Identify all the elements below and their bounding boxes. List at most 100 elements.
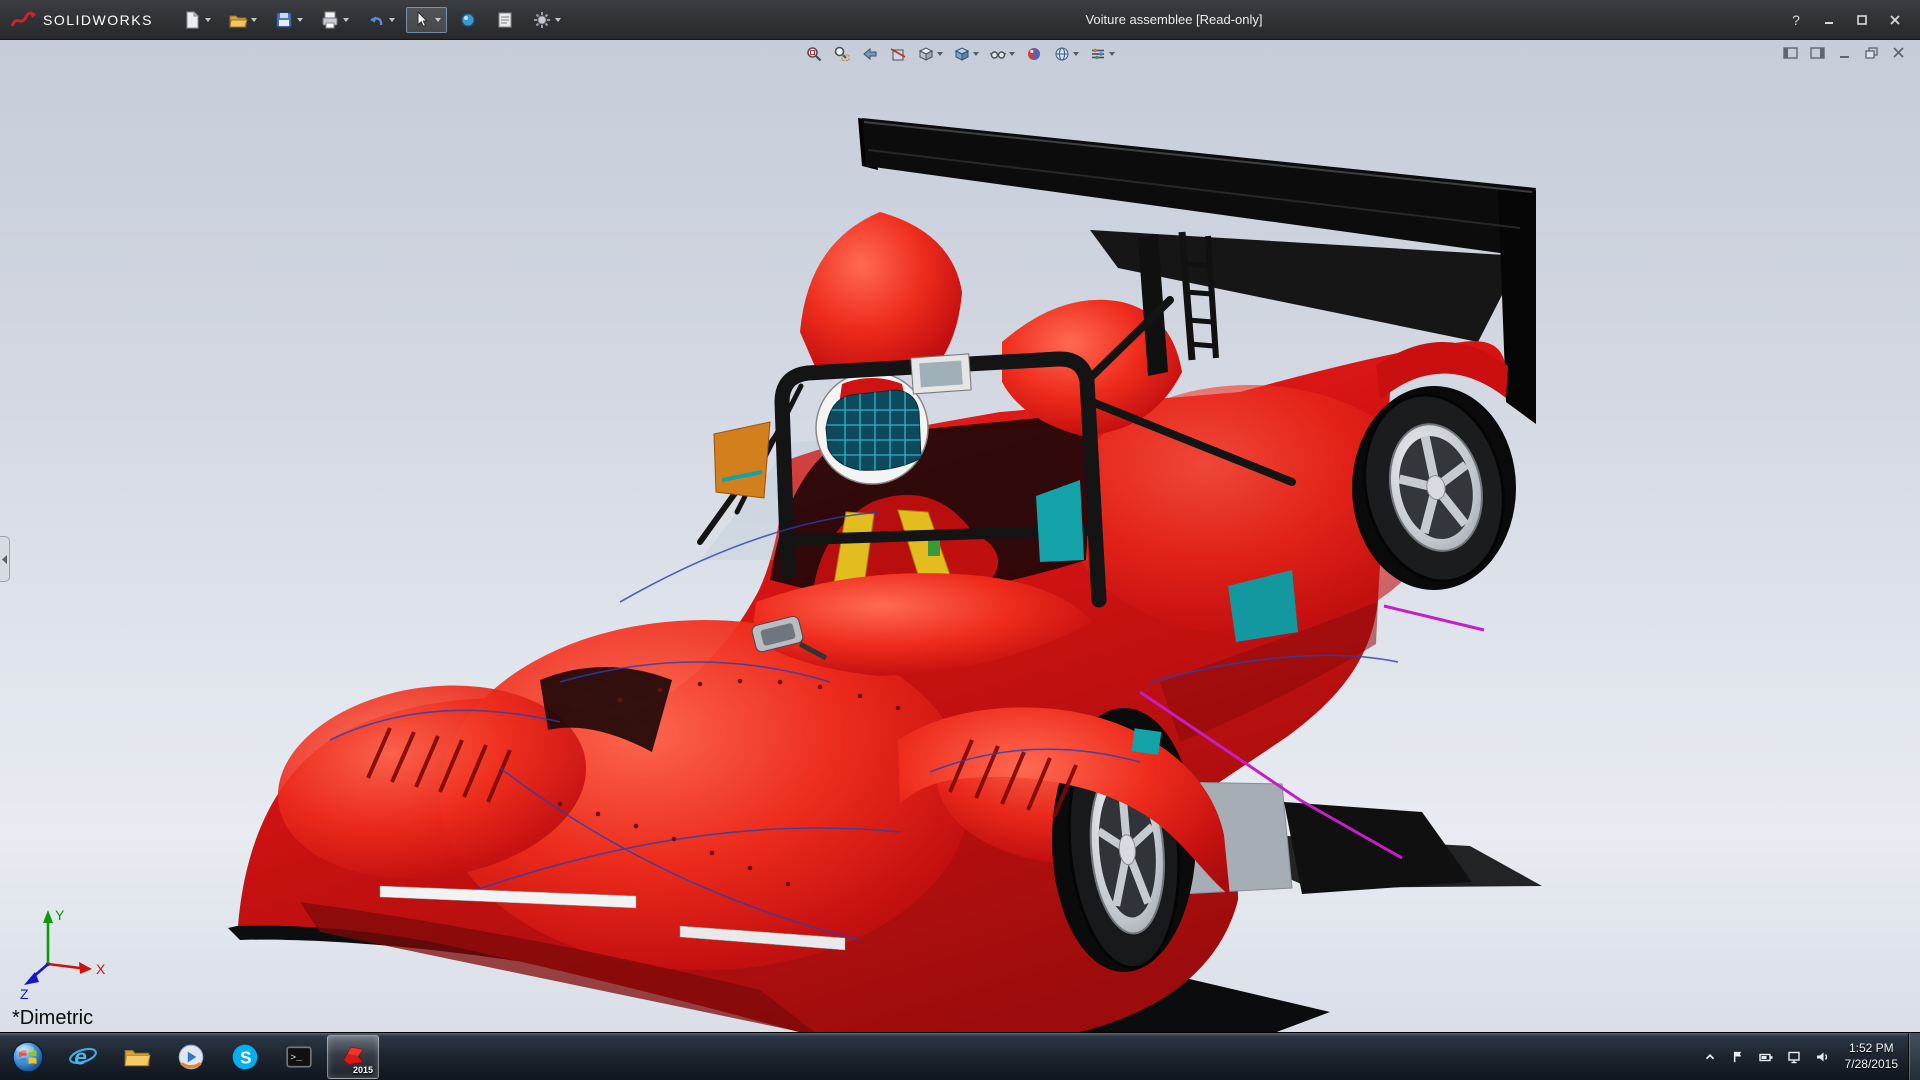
document-restore-icon [1865,47,1878,59]
maximize-button[interactable] [1847,9,1877,31]
zoom-to-area-button[interactable] [830,42,854,66]
help-button[interactable]: ? [1781,9,1811,31]
tray-expand-button[interactable] [1697,1037,1723,1077]
view-orientation-icon [917,45,935,63]
document-restore-button[interactable] [1861,44,1881,62]
display-network-icon [1786,1049,1802,1065]
svg-text:>_: >_ [290,1052,302,1063]
taskbar-item-skype[interactable]: S [219,1035,271,1079]
undo-button[interactable] [360,7,401,33]
undo-icon [366,10,386,30]
solidworks-version-badge: 2015 [353,1065,373,1075]
taskbar-clock[interactable]: 1:52 PM 7/28/2015 [1845,1041,1898,1072]
file-properties-button[interactable] [489,7,521,33]
window-title: Voiture assemblee [Read-only] [567,12,1781,27]
open-button[interactable] [222,7,263,33]
clock-time: 1:52 PM [1845,1041,1898,1057]
document-close-button[interactable] [1888,44,1908,62]
view-orientation-label: *Dimetric [12,1007,93,1030]
rear-diffuser [1284,802,1472,894]
new-document-icon [182,10,202,30]
taskbar-item-solidworks[interactable]: 2015 [327,1035,379,1079]
menu-toolbar [176,7,567,33]
window-controls: ? [1781,9,1920,31]
section-view-button[interactable] [886,42,910,66]
rebuild-button[interactable] [452,7,484,33]
graphics-area [0,40,1920,1032]
document-minimize-icon [1838,47,1851,59]
media-player-icon [176,1042,206,1072]
feature-tree-collapse-tab[interactable] [0,536,10,582]
options-icon [532,10,552,30]
hide-show-items-icon [989,45,1007,63]
save-button[interactable] [268,7,309,33]
minimize-icon [1823,14,1835,26]
speaker-icon [1814,1049,1830,1065]
taskbar-item-command-prompt[interactable]: >_ [273,1035,325,1079]
document-close-icon [1892,47,1905,59]
taskbar: e S >_ 2015 [0,1032,1920,1080]
select-button[interactable] [406,7,447,33]
select-cursor-icon [412,10,432,30]
internet-explorer-icon: e [68,1042,98,1072]
viewport[interactable]: Y X Z *Dimetric [0,40,1920,1032]
pane-right-button[interactable] [1807,44,1827,62]
dropdown-caret-icon [1109,52,1115,56]
rearview-mirror [911,354,971,394]
new-document-button[interactable] [176,7,217,33]
triad-z-label: Z [20,986,29,1002]
battery-icon [1758,1049,1774,1065]
orientation-triad: Y X Z [18,902,113,1002]
skype-icon: S [230,1042,260,1072]
dropdown-caret-icon [205,18,211,22]
open-folder-icon [228,10,248,30]
dropdown-caret-icon [973,52,979,56]
zoom-to-area-icon [833,45,851,63]
windows-logo-icon [10,1039,46,1075]
display-style-button[interactable] [950,42,982,66]
tray-network-button[interactable] [1781,1037,1807,1077]
pane-left-button[interactable] [1780,44,1800,62]
triad-x-label: X [96,961,106,977]
document-minimize-button[interactable] [1834,44,1854,62]
apply-scene-button[interactable] [1050,42,1082,66]
view-orientation-button[interactable] [914,42,946,66]
taskbar-item-internet-explorer[interactable]: e [57,1035,109,1079]
view-settings-icon [1089,45,1107,63]
view-settings-button[interactable] [1086,42,1118,66]
taskbar-item-media-player[interactable] [165,1035,217,1079]
clock-date: 7/28/2015 [1845,1057,1898,1073]
maximize-icon [1856,14,1868,26]
triad-y-label: Y [55,907,65,923]
tray-battery-button[interactable] [1753,1037,1779,1077]
show-desktop-button[interactable] [1908,1033,1920,1080]
apply-scene-icon [1053,45,1071,63]
svg-text:S: S [240,1047,251,1067]
tray-volume-button[interactable] [1809,1037,1835,1077]
taskbar-item-file-explorer[interactable] [111,1035,163,1079]
brand-name: SOLIDWORKS [43,12,153,28]
dropdown-caret-icon [389,18,395,22]
print-button[interactable] [314,7,355,33]
close-button[interactable] [1880,9,1910,31]
edit-appearance-button[interactable] [1022,42,1046,66]
close-icon [1889,14,1901,26]
previous-view-button[interactable] [858,42,882,66]
car-model[interactable] [228,118,1542,1032]
dropdown-caret-icon [1009,52,1015,56]
options-button[interactable] [526,7,567,33]
save-icon [274,10,294,30]
zoom-to-fit-button[interactable] [802,42,826,66]
dropdown-caret-icon [1073,52,1079,56]
hide-show-items-button[interactable] [986,42,1018,66]
start-button[interactable] [0,1033,56,1080]
section-view-icon [889,45,907,63]
previous-view-icon [861,45,879,63]
dropdown-caret-icon [937,52,943,56]
dropdown-caret-icon [555,18,561,22]
dropdown-caret-icon [297,18,303,22]
minimize-button[interactable] [1814,9,1844,31]
tray-action-center-button[interactable] [1725,1037,1751,1077]
pane-left-icon [1783,47,1798,59]
zoom-to-fit-icon [805,45,823,63]
